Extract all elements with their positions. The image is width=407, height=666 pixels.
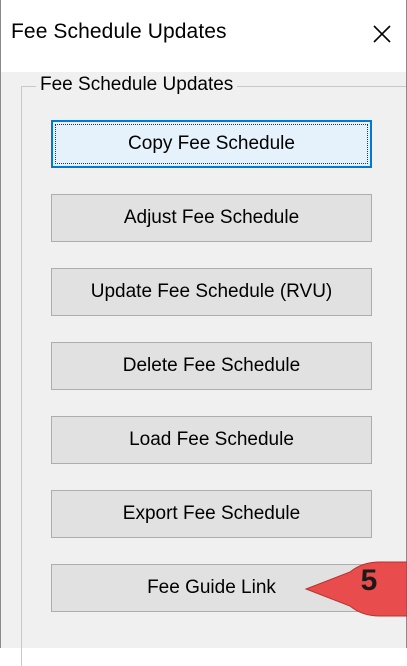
fee-schedule-groupbox: Fee Schedule Updates Copy Fee Schedule A… bbox=[21, 74, 406, 666]
close-button[interactable] bbox=[358, 10, 406, 58]
copy-fee-schedule-button[interactable]: Copy Fee Schedule bbox=[51, 120, 372, 168]
export-fee-schedule-button[interactable]: Export Fee Schedule bbox=[51, 490, 372, 538]
title-bar: Fee Schedule Updates bbox=[1, 0, 406, 72]
dialog-window: Fee Schedule Updates Fee Schedule Update… bbox=[0, 0, 407, 666]
load-fee-schedule-button[interactable]: Load Fee Schedule bbox=[51, 416, 372, 464]
groupbox-label: Fee Schedule Updates bbox=[36, 74, 238, 96]
window-title: Fee Schedule Updates bbox=[11, 20, 227, 43]
update-fee-schedule-rvu-button[interactable]: Update Fee Schedule (RVU) bbox=[51, 268, 372, 316]
delete-fee-schedule-button[interactable]: Delete Fee Schedule bbox=[51, 342, 372, 390]
adjust-fee-schedule-button[interactable]: Adjust Fee Schedule bbox=[51, 194, 372, 242]
close-icon bbox=[373, 25, 391, 43]
fee-guide-link-button[interactable]: Fee Guide Link bbox=[51, 564, 372, 612]
